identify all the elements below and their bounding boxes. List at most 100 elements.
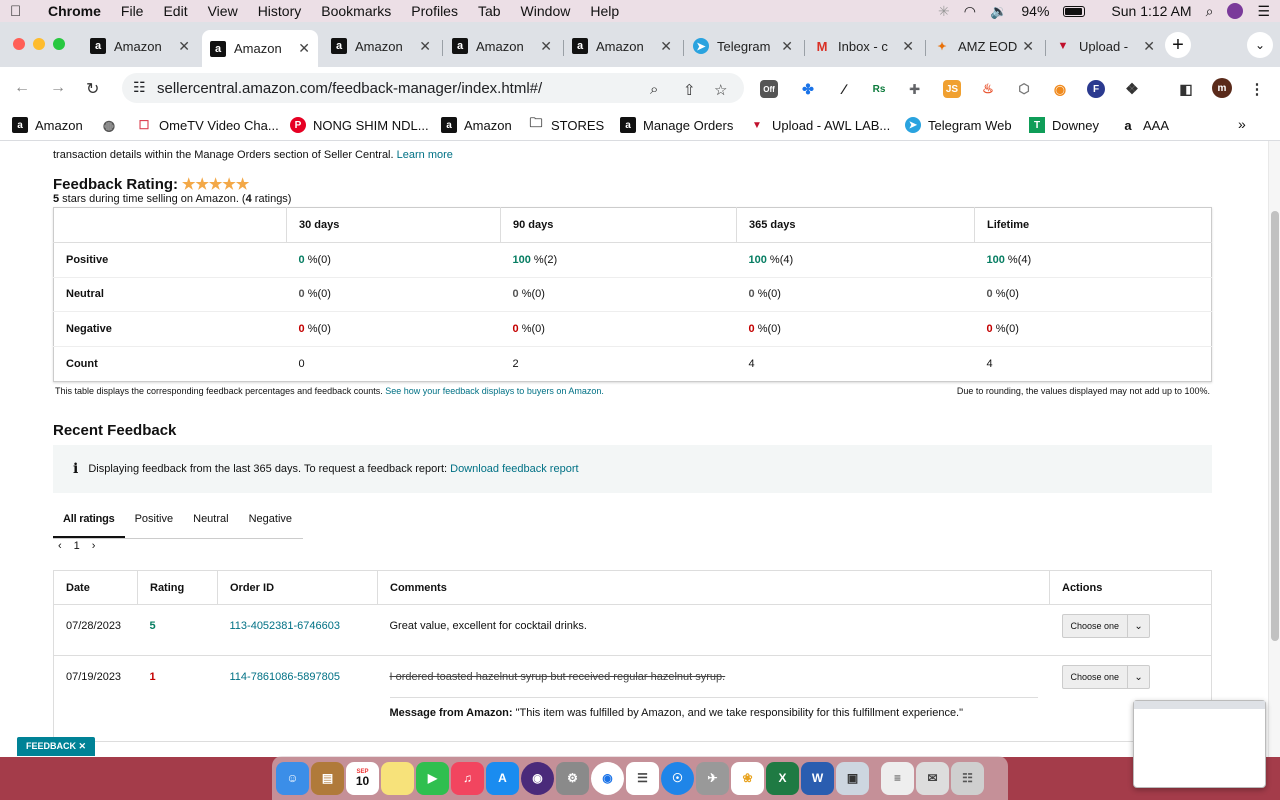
- profile-avatar[interactable]: m: [1212, 78, 1232, 98]
- menu-bookmarks[interactable]: Bookmarks: [321, 3, 391, 19]
- share-icon[interactable]: ⇧: [683, 81, 696, 99]
- battery-percent[interactable]: 94%: [1021, 3, 1049, 19]
- tab-neutral[interactable]: Neutral: [183, 507, 238, 538]
- forward-icon[interactable]: →: [50, 79, 66, 97]
- bookmark-aaa[interactable]: a AAA: [1120, 117, 1169, 133]
- close-tab-icon[interactable]: ✕: [540, 38, 552, 55]
- bookmark-stores[interactable]: 🗀 STORES: [528, 115, 604, 133]
- bookmark-globe[interactable]: ◍: [101, 117, 124, 133]
- siri-app-icon[interactable]: ◉: [521, 761, 554, 795]
- close-window-button[interactable]: [13, 38, 25, 50]
- close-tab-icon[interactable]: ✕: [660, 38, 672, 55]
- word-icon[interactable]: W: [801, 761, 834, 795]
- extension-fire-icon[interactable]: ♨: [979, 80, 997, 98]
- notes-folder-icon[interactable]: ▤: [311, 761, 344, 795]
- music-icon[interactable]: ♫: [451, 761, 484, 795]
- reload-icon[interactable]: ↻: [86, 79, 99, 99]
- bluetooth-icon[interactable]: ✳: [938, 3, 950, 20]
- tab-amazon-3[interactable]: a Amazon ✕: [323, 30, 439, 62]
- calendar-icon[interactable]: SEP 10: [346, 761, 379, 795]
- action-dropdown[interactable]: Choose one ⌄: [1061, 665, 1151, 689]
- extensions-puzzle-icon[interactable]: ❖: [1123, 80, 1141, 98]
- tab-search-icon[interactable]: ⌄: [1247, 32, 1273, 58]
- extension-cube-icon[interactable]: ⬡: [1015, 80, 1033, 98]
- minimize-window-button[interactable]: [33, 38, 45, 50]
- apple-icon[interactable]: : [10, 3, 28, 20]
- menu-view[interactable]: View: [208, 3, 238, 19]
- facetime-icon[interactable]: ▶: [416, 761, 449, 795]
- trash-icon[interactable]: ☷: [951, 761, 984, 795]
- menu-file[interactable]: File: [121, 3, 144, 19]
- action-dropdown[interactable]: Choose one ⌄: [1061, 614, 1151, 638]
- order-id-link[interactable]: 114-7861086-5897805: [230, 671, 341, 683]
- extension-rs-icon[interactable]: Rs: [870, 80, 888, 98]
- document-icon[interactable]: ≡: [881, 761, 914, 795]
- siri-icon[interactable]: [1227, 3, 1244, 19]
- tab-amazon-1[interactable]: a Amazon ✕: [82, 30, 198, 62]
- reminders-icon[interactable]: ☰: [626, 761, 659, 795]
- notes-icon[interactable]: [381, 761, 414, 795]
- control-center-icon[interactable]: ☰: [1257, 3, 1270, 20]
- site-settings-icon[interactable]: ☷: [133, 79, 146, 96]
- learn-more-link[interactable]: Learn more: [397, 149, 453, 161]
- chrome-menu-icon[interactable]: ⋮: [1248, 80, 1266, 98]
- extension-off-icon[interactable]: Off: [760, 80, 778, 98]
- extension-orange-icon[interactable]: ◉: [1051, 80, 1069, 98]
- safari-icon[interactable]: ☉: [661, 761, 694, 795]
- tab-telegram[interactable]: ➤ Telegram ✕: [685, 30, 801, 62]
- bookmark-star-icon[interactable]: ☆: [714, 81, 727, 99]
- tab-upload[interactable]: ▼ Upload - ✕: [1047, 30, 1163, 62]
- download-feedback-report-link[interactable]: Download feedback report: [450, 463, 578, 475]
- tab-amz-eod[interactable]: ✦ AMZ EOD ✕: [926, 30, 1042, 62]
- finder-icon[interactable]: ☺: [276, 761, 309, 795]
- menu-profiles[interactable]: Profiles: [411, 3, 458, 19]
- extension-blue-icon[interactable]: ✤: [799, 80, 817, 98]
- menu-help[interactable]: Help: [590, 3, 619, 19]
- menu-app-name[interactable]: Chrome: [48, 3, 101, 19]
- bookmark-amazon[interactable]: a Amazon: [12, 117, 83, 133]
- order-id-link[interactable]: 113-4052381-6746603: [230, 620, 341, 632]
- launchpad-icon[interactable]: ✈: [696, 761, 729, 795]
- system-preferences-icon[interactable]: ⚙: [556, 761, 589, 795]
- tab-all-ratings[interactable]: All ratings: [53, 507, 125, 538]
- bookmark-nongshim[interactable]: P NONG SHIM NDL...: [290, 117, 429, 133]
- app-store-icon[interactable]: A: [486, 761, 519, 795]
- photos-icon[interactable]: ❀: [731, 761, 764, 795]
- menu-window[interactable]: Window: [521, 3, 571, 19]
- feedback-tab-button[interactable]: FEEDBACK ✕: [17, 737, 96, 756]
- back-icon[interactable]: ←: [14, 79, 30, 97]
- bookmark-ometv[interactable]: ☐ OmeTV Video Cha...: [136, 117, 279, 133]
- menu-tab[interactable]: Tab: [478, 3, 501, 19]
- bookmarks-overflow-icon[interactable]: »: [1238, 116, 1246, 132]
- close-tab-icon[interactable]: ✕: [419, 38, 431, 55]
- clock[interactable]: Sun 1:12 AM: [1111, 3, 1191, 19]
- wifi-icon[interactable]: ◠: [964, 3, 976, 20]
- side-panel-icon[interactable]: ◧: [1177, 80, 1195, 98]
- bookmark-upload-awl[interactable]: ▼ Upload - AWL LAB...: [749, 117, 890, 133]
- next-page-icon[interactable]: ›: [92, 540, 96, 552]
- page-scrollbar[interactable]: [1268, 141, 1280, 757]
- extension-rocket-icon[interactable]: ➕: [906, 80, 924, 98]
- close-tab-icon[interactable]: ✕: [1022, 38, 1034, 55]
- close-tab-icon[interactable]: ✕: [1143, 38, 1155, 55]
- close-tab-icon[interactable]: ✕: [781, 38, 793, 55]
- current-page[interactable]: 1: [74, 540, 80, 552]
- spotlight-icon[interactable]: ⌕: [1206, 3, 1214, 20]
- extension-js-icon[interactable]: JS: [943, 80, 961, 98]
- address-bar[interactable]: ☷ sellercentral.amazon.com/feedback-mana…: [122, 73, 744, 103]
- bookmark-downey[interactable]: T Downey: [1029, 117, 1099, 133]
- tab-negative[interactable]: Negative: [239, 507, 302, 538]
- bookmark-manage-orders[interactable]: a Manage Orders: [620, 117, 733, 133]
- close-tab-icon[interactable]: ✕: [178, 38, 190, 55]
- buyer-display-link[interactable]: See how your feedback displays to buyers…: [385, 386, 604, 396]
- close-tab-icon[interactable]: ✕: [298, 40, 310, 57]
- menu-history[interactable]: History: [258, 3, 302, 19]
- bookmark-telegram[interactable]: ➤ Telegram Web: [905, 117, 1012, 133]
- extension-slash-icon[interactable]: ∕: [835, 80, 853, 98]
- prev-page-icon[interactable]: ‹: [58, 540, 62, 552]
- extension-f-icon[interactable]: F: [1087, 80, 1105, 98]
- battery-icon[interactable]: [1063, 5, 1086, 17]
- preview-icon[interactable]: ▣: [836, 761, 869, 795]
- zoom-window-button[interactable]: [53, 38, 65, 50]
- tab-amazon-active[interactable]: a Amazon ✕: [202, 30, 318, 67]
